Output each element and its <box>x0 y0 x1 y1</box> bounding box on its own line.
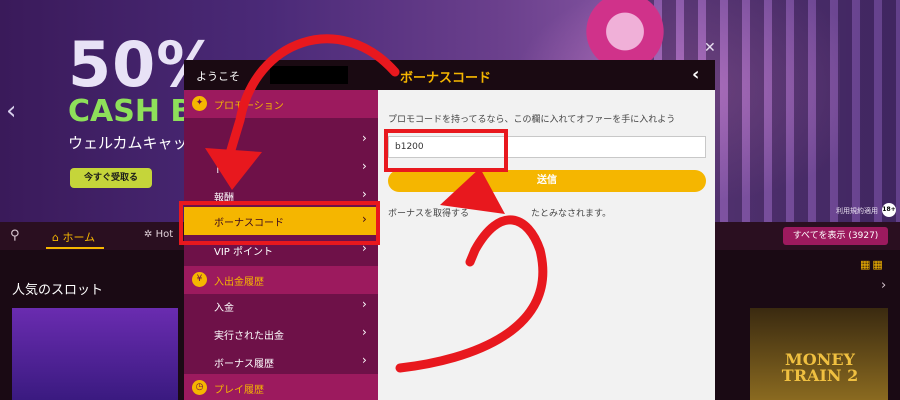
chevron-right-icon: › <box>362 297 367 311</box>
game-tile[interactable]: MONEY TRAIN 2 <box>750 308 888 400</box>
banner-cash-text: CASH B <box>68 94 194 129</box>
age-badge: 18+ <box>882 203 896 217</box>
sidebar-section-label: プレイ履歴 <box>214 385 264 396</box>
chevron-right-icon[interactable]: › <box>881 278 886 293</box>
game-title: MONEY TRAIN 2 <box>781 350 859 385</box>
nav-home[interactable]: ⌂ ホーム <box>52 229 95 245</box>
section-title: 人気のスロット <box>12 283 104 298</box>
sidebar-item-label: VIP ポイント <box>214 247 273 258</box>
bonus-note-head: ボーナスを取得する <box>388 209 470 219</box>
megaphone-icon: ✦ <box>192 96 207 111</box>
back-chevron-icon[interactable]: ‹ <box>692 64 699 85</box>
sidebar-section-label: 入出金履歴 <box>214 277 264 288</box>
banner-cta-button[interactable]: 今すぐ受取る <box>70 168 152 188</box>
chevron-right-icon: › <box>362 353 367 367</box>
banner-subtitle: ウェルカムキャッ <box>68 134 188 152</box>
promo-hint-text: プロモコードを持ってるなら、この欄に入れてオファーを手に入れよう <box>388 115 676 125</box>
grid-view-icon[interactable]: ▦▦ <box>860 258 885 271</box>
nav-home-label: ホーム <box>62 231 96 244</box>
sidebar-item[interactable]: › <box>184 126 378 154</box>
bonus-note-text: ボーナスを取得する たとみなされます。 <box>388 206 611 219</box>
bonus-note-tail: たとみなされます。 <box>531 209 612 219</box>
sidebar-section-transactions[interactable]: ¥ 入出金履歴 <box>184 266 378 294</box>
view-all-button[interactable]: すべてを表示 (3927) <box>783 227 888 245</box>
sidebar-item-label: 実行された出金 <box>214 331 284 342</box>
banner-close-icon[interactable]: ✕ <box>704 40 716 56</box>
sidebar-section-label: プロモーション <box>214 101 284 112</box>
welcome-text: ようこそ <box>196 70 240 83</box>
chevron-right-icon: › <box>362 159 367 173</box>
wallet-icon: ¥ <box>192 272 207 287</box>
nav-home-underline <box>46 247 104 249</box>
annotation-box-input <box>384 129 508 172</box>
banner-rules-text[interactable]: 利用規約適用 <box>836 206 878 216</box>
nav-hot-label: Hot <box>155 229 174 240</box>
chevron-right-icon: › <box>362 187 367 201</box>
banner-prev-icon[interactable]: ‹ <box>6 96 16 126</box>
nav-hot[interactable]: ✲ Hot <box>144 229 173 240</box>
sidebar-item-tournament[interactable]: トー › <box>184 154 378 182</box>
sidebar-item-bonus-history[interactable]: ボーナス履歴 › <box>184 348 378 376</box>
modal-sidebar: ✦ プロモーション › トー › 報酬 › ボーナスコード › VIP ポイント… <box>184 90 378 400</box>
annotation-box-bonus-code <box>179 201 380 245</box>
sidebar-item-label: ボーナス履歴 <box>214 359 274 370</box>
game-tile[interactable] <box>12 308 178 400</box>
sidebar-item-deposit[interactable]: 入金 › <box>184 292 378 320</box>
modal-title: ボーナスコード <box>400 71 492 86</box>
sidebar-item-label: トー <box>214 165 234 176</box>
chevron-right-icon: › <box>362 131 367 145</box>
history-icon: ◷ <box>192 380 207 395</box>
submit-button[interactable]: 送信 <box>388 170 706 192</box>
modal-header: ようこそ ボーナスコード ‹ <box>184 60 715 90</box>
search-icon[interactable]: ⚲ <box>10 228 20 243</box>
sidebar-item-withdrawals[interactable]: 実行された出金 › <box>184 320 378 348</box>
username-redaction <box>270 66 348 84</box>
sidebar-section-play-history[interactable]: ◷ プレイ履歴 <box>184 374 378 400</box>
sidebar-section-promotions[interactable]: ✦ プロモーション <box>184 90 378 118</box>
sidebar-item-label: 入金 <box>214 303 234 314</box>
chevron-right-icon: › <box>362 325 367 339</box>
